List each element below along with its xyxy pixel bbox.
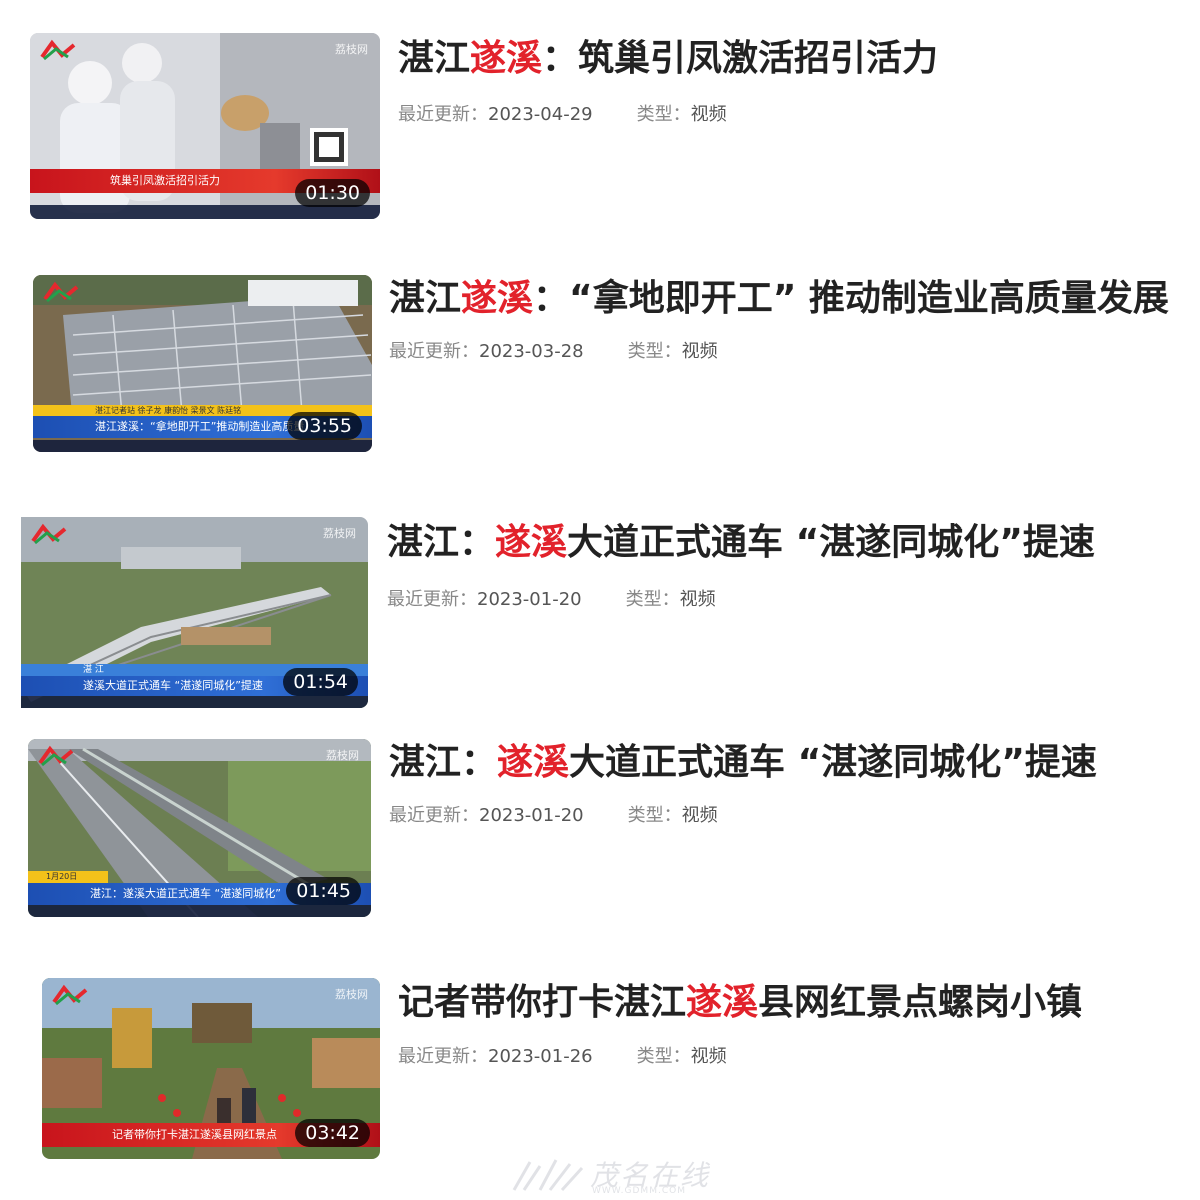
site-watermark: 茂名在线 WWW.GDMM.COM (510, 1152, 710, 1198)
watermark-logo-icon (512, 1159, 584, 1192)
video-title[interactable]: 湛江遂溪：筑巢引凤激活招引活力 (398, 36, 938, 82)
channel-watermark: 荔枝网 (335, 43, 368, 56)
video-title[interactable]: 记者带你打卡湛江遂溪县网红景点螺岗小镇 (398, 980, 1082, 1026)
tv-station-logo-icon (38, 745, 74, 767)
video-meta: 最近更新：2023-01-20 类型：视频 (389, 804, 718, 828)
title-text: 湛江： (387, 522, 496, 563)
video-duration: 03:42 (295, 1119, 370, 1147)
title-text: 大道正式通车 “湛遂同城化”提速 (567, 522, 1095, 563)
type-label: 类型： (636, 1046, 691, 1067)
title-text: ：“拿地即开工” 推动制造业高质量发展 (533, 278, 1169, 319)
news-ticker (30, 205, 380, 219)
title-text: 湛江 (398, 38, 471, 79)
tv-station-logo-icon (43, 281, 79, 303)
title-text: 大道正式通车 “湛遂同城化”提速 (569, 742, 1097, 783)
watermark-url: WWW.GDMM.COM (592, 1186, 686, 1196)
channel-watermark: 荔枝网 (326, 749, 359, 762)
video-thumbnail[interactable]: 荔枝网 湛 江 遂溪大道正式通车 “湛遂同城化”提速 01:54 (21, 517, 368, 708)
video-meta: 最近更新：2023-01-26 类型：视频 (398, 1045, 727, 1069)
channel-watermark: 荔枝网 (323, 527, 356, 540)
video-title[interactable]: 湛江遂溪：“拿地即开工” 推动制造业高质量发展 (389, 276, 1169, 322)
type-label: 类型： (627, 341, 682, 362)
title-highlight: 遂溪 (497, 742, 570, 783)
title-text: 湛江： (389, 742, 498, 783)
updated-date: 2023-03-28 (479, 341, 584, 362)
video-duration: 01:30 (295, 179, 370, 207)
title-text: 县网红景点螺岗小镇 (758, 982, 1083, 1023)
updated-date: 2023-01-20 (479, 805, 584, 826)
updated-date: 2023-01-20 (477, 589, 582, 610)
type-value: 视频 (679, 589, 716, 610)
updated-date: 2023-01-26 (488, 1046, 593, 1067)
video-duration: 03:55 (287, 412, 362, 440)
video-thumbnail[interactable]: 荔枝网 记者带你打卡湛江遂溪县网红景点 03:42 (42, 978, 380, 1159)
video-thumbnail[interactable]: 荔枝网 筑巢引凤激活招引活力 01:30 (30, 33, 380, 219)
video-thumbnail[interactable]: 湛江记者站 徐子龙 康韵怡 梁景文 陈廷铭 湛江遂溪：“拿地即开工”推动制造业高… (33, 275, 372, 452)
news-ticker (21, 696, 368, 708)
title-highlight: 遂溪 (461, 278, 534, 319)
updated-label: 最近更新： (398, 104, 488, 125)
type-label: 类型： (627, 805, 682, 826)
title-highlight: 遂溪 (686, 982, 759, 1023)
type-label: 类型： (625, 589, 680, 610)
type-value: 视频 (690, 104, 727, 125)
tv-station-logo-icon (31, 523, 67, 545)
video-thumbnail[interactable]: 荔枝网 1月20日 湛江：遂溪大道正式通车 “湛遂同城化” 01:45 (28, 739, 371, 917)
video-duration: 01:45 (286, 877, 361, 905)
channel-watermark: 荔枝网 (335, 988, 368, 1001)
type-label: 类型： (636, 104, 691, 125)
video-meta: 最近更新：2023-03-28 类型：视频 (389, 340, 718, 364)
updated-label: 最近更新： (387, 589, 477, 610)
title-text: 记者带你打卡湛江 (398, 982, 687, 1023)
title-text: ：筑巢引凤激活招引活力 (542, 38, 939, 79)
video-meta: 最近更新：2023-01-20 类型：视频 (387, 588, 716, 612)
video-duration: 01:54 (283, 668, 358, 696)
updated-date: 2023-04-29 (488, 104, 593, 125)
video-meta: 最近更新：2023-04-29 类型：视频 (398, 103, 727, 127)
title-highlight: 遂溪 (495, 522, 568, 563)
updated-label: 最近更新： (389, 805, 479, 826)
news-ticker (33, 440, 372, 452)
updated-label: 最近更新： (389, 341, 479, 362)
lower-third-top: 1月20日 (28, 871, 108, 883)
title-highlight: 遂溪 (470, 38, 543, 79)
tv-station-logo-icon (40, 39, 76, 61)
video-title[interactable]: 湛江：遂溪大道正式通车 “湛遂同城化”提速 (389, 740, 1097, 786)
updated-label: 最近更新： (398, 1046, 488, 1067)
news-ticker (28, 905, 371, 917)
video-title[interactable]: 湛江：遂溪大道正式通车 “湛遂同城化”提速 (387, 520, 1095, 566)
title-text: 湛江 (389, 278, 462, 319)
tv-station-logo-icon (52, 984, 88, 1006)
type-value: 视频 (690, 1046, 727, 1067)
type-value: 视频 (681, 341, 718, 362)
type-value: 视频 (681, 805, 718, 826)
